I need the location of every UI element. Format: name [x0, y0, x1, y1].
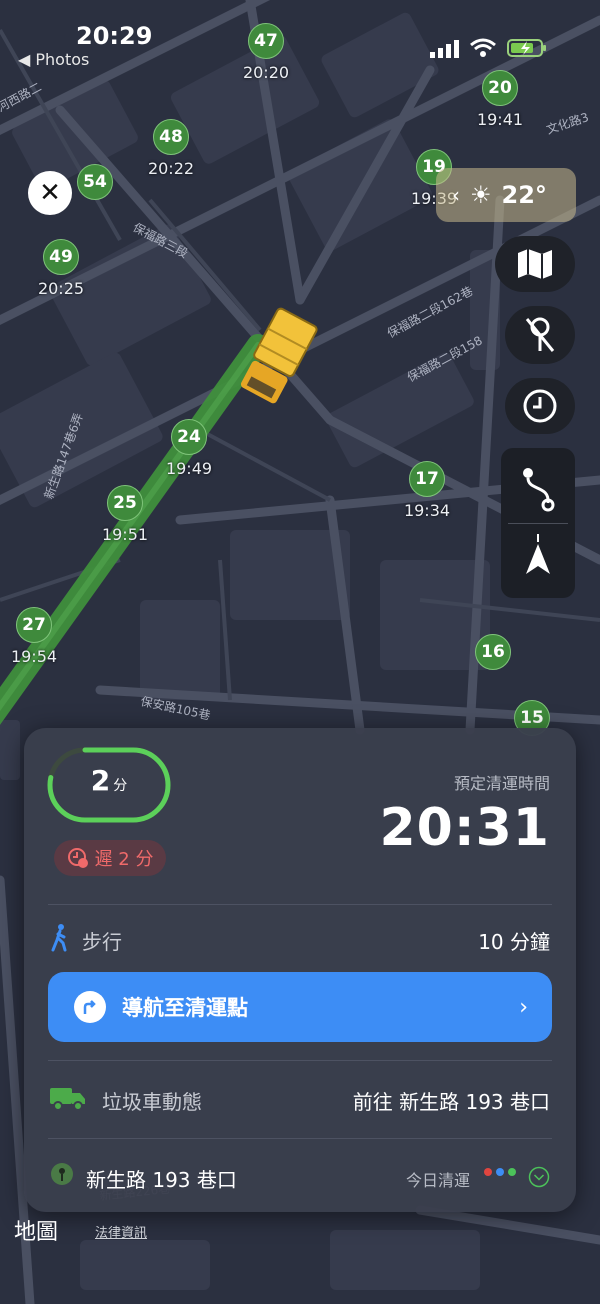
- divider: [48, 904, 552, 905]
- truck-icon: [50, 1088, 85, 1111]
- dot: [484, 1168, 492, 1176]
- map-style-button[interactable]: [495, 236, 575, 292]
- location-label: 新生路 193 巷口: [86, 1168, 237, 1192]
- maps-logo: 地圖: [14, 1220, 59, 1245]
- temperature: 22°: [501, 181, 547, 209]
- wifi-icon: [470, 38, 496, 57]
- battery-icon: [507, 39, 546, 57]
- divider: [48, 1138, 552, 1139]
- truck-status-value: 前往 新生路 193 巷口: [352, 1090, 550, 1114]
- signal-icon: [430, 40, 459, 58]
- turn-right-icon: [74, 991, 106, 1023]
- close-button[interactable]: ✕: [28, 171, 72, 215]
- sun-icon: ☀: [470, 181, 492, 209]
- eta-value: 2分: [90, 764, 128, 797]
- weather-pill[interactable]: ‹ ☀ 22°: [436, 168, 576, 222]
- navigate-label: 導航至清運點: [122, 996, 248, 1020]
- chevron-right-icon: ›: [519, 994, 528, 1020]
- chevron-left-icon: ‹: [452, 183, 460, 207]
- dot: [496, 1168, 504, 1176]
- dot: [508, 1168, 516, 1176]
- truck-status-label: 垃圾車動態: [102, 1090, 202, 1114]
- clock-icon: [523, 389, 557, 423]
- delay-clock-icon: [67, 848, 88, 868]
- navigate-button[interactable]: 導航至清運點 ›: [48, 972, 552, 1042]
- time-button[interactable]: [505, 378, 575, 434]
- legal-link[interactable]: 法律資訊: [95, 1222, 147, 1241]
- walk-value: 10 分鐘: [478, 930, 550, 954]
- delay-badge: 遲 2 分: [54, 840, 166, 876]
- scheduled-time: 20:31: [379, 798, 550, 858]
- walk-label: 步行: [82, 930, 122, 954]
- back-to-photos-link[interactable]: ◀ Photos: [18, 50, 89, 69]
- status-time: 20:29: [76, 22, 153, 50]
- control-divider: [508, 522, 568, 524]
- expand-chevron-icon[interactable]: [528, 1166, 550, 1188]
- status-bar: 20:29 ◀ Photos: [0, 0, 600, 70]
- route-nav-controls: [501, 448, 575, 598]
- scheduled-label: 預定清運時間: [453, 774, 550, 793]
- pickup-info-card: 2分 遲 2 分 預定清運時間 20:31 步行 10 分鐘 導航至清運點 › …: [24, 728, 576, 1212]
- route-icon[interactable]: [518, 463, 558, 513]
- location-arrow-icon[interactable]: [523, 533, 553, 578]
- divider: [48, 1060, 552, 1061]
- map-icon: [518, 249, 552, 279]
- pin-off-icon: [525, 317, 555, 352]
- walking-icon: [51, 924, 67, 952]
- location-pin-icon: [51, 1163, 73, 1185]
- schedule-dots: [484, 1168, 516, 1176]
- hide-stops-button[interactable]: [505, 306, 575, 364]
- today-label: 今日清運: [405, 1171, 470, 1190]
- close-icon: ✕: [39, 178, 61, 208]
